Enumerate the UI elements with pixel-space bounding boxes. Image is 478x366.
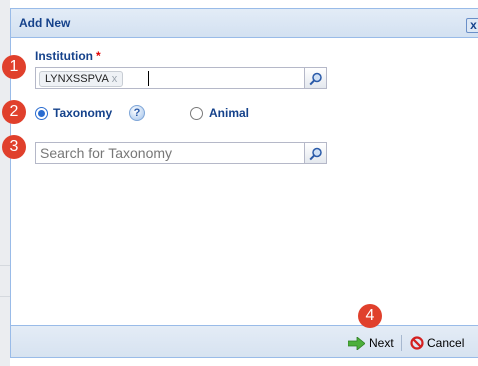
institution-tag-field[interactable]: LYNXSSPVA x	[35, 67, 305, 89]
dialog-footer: Next Cancel	[11, 325, 478, 357]
cancel-icon	[410, 336, 424, 350]
add-new-dialog: Add New x Institution * LYNXSSPVA x Taxono…	[10, 8, 478, 358]
taxonomy-radio[interactable]	[35, 107, 48, 120]
animal-radio-label[interactable]: Animal	[209, 106, 249, 120]
taxonomy-radio-label[interactable]: Taxonomy	[53, 106, 112, 120]
institution-tag-label: LYNXSSPVA	[45, 73, 109, 85]
required-marker: *	[95, 49, 101, 63]
step-callout-1: 1	[2, 55, 26, 79]
search-icon	[309, 147, 322, 161]
remove-tag-icon[interactable]: x	[112, 73, 118, 85]
background-divider	[0, 265, 10, 266]
step-callout-2: 2	[2, 100, 26, 124]
arrow-right-icon	[348, 337, 365, 350]
close-button[interactable]: x	[466, 18, 478, 33]
next-button-label: Next	[369, 336, 394, 350]
search-icon	[309, 72, 322, 86]
institution-label-text: Institution	[35, 49, 93, 63]
type-radio-group: Taxonomy ? Animal	[35, 105, 295, 123]
taxonomy-search-input[interactable]	[35, 142, 305, 164]
animal-radio[interactable]	[190, 107, 203, 120]
close-icon: x	[470, 18, 477, 32]
dialog-titlebar[interactable]: Add New x	[11, 9, 478, 38]
cancel-button-label: Cancel	[427, 336, 465, 350]
dialog-title: Add New	[19, 16, 71, 30]
institution-label: Institution *	[35, 49, 101, 63]
text-cursor	[148, 71, 149, 86]
step-callout-3: 3	[2, 135, 26, 159]
footer-separator	[401, 335, 402, 351]
taxonomy-search-button[interactable]	[305, 142, 327, 164]
dialog-body: Institution * LYNXSSPVA x Taxonomy ? Anima…	[11, 39, 478, 325]
step-callout-4: 4	[358, 304, 382, 328]
background-divider	[0, 296, 10, 297]
institution-tag: LYNXSSPVA x	[39, 71, 124, 87]
institution-search-button[interactable]	[305, 67, 327, 89]
help-icon[interactable]: ?	[129, 105, 145, 121]
